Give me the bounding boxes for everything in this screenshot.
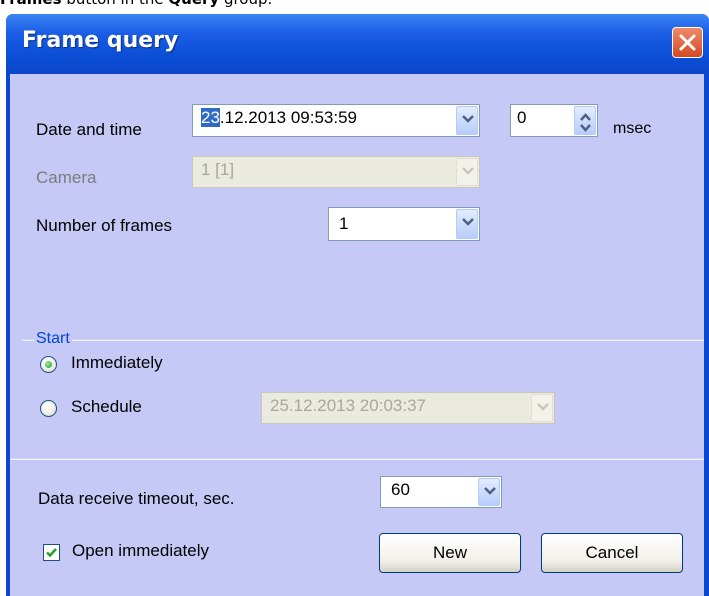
document-caption: Frames button in the Query group. xyxy=(0,0,272,8)
dialog-title: Frame query xyxy=(22,28,179,53)
schedule-value: 25.12.2013 20:03:37 xyxy=(270,396,426,415)
close-icon xyxy=(679,34,696,51)
frames-dropdown-button[interactable] xyxy=(456,209,478,239)
camera-label: Camera xyxy=(36,168,97,187)
caption-bold-frames: Frames xyxy=(0,0,62,8)
schedule-dropdown-button[interactable] xyxy=(531,394,553,422)
open-immediately-checkbox[interactable] xyxy=(43,544,60,561)
datetime-dropdown-button[interactable] xyxy=(456,106,478,135)
start-group-border xyxy=(22,339,704,341)
camera-dropdown-button[interactable] xyxy=(456,158,478,186)
schedule-datetime-picker[interactable]: 25.12.2013 20:03:37 xyxy=(261,392,555,424)
immediately-radio[interactable] xyxy=(40,356,57,373)
start-group-title: Start xyxy=(34,330,72,348)
chevron-down-icon xyxy=(462,167,474,175)
checkmark-icon xyxy=(46,548,57,558)
caption-suffix: group. xyxy=(219,0,272,8)
camera-value: 1 [1] xyxy=(201,160,235,179)
camera-select[interactable]: 1 [1] xyxy=(192,156,480,188)
datetime-selected-part[interactable]: 23 xyxy=(201,108,220,127)
schedule-label[interactable]: Schedule xyxy=(71,397,142,417)
timeout-label: Data receive timeout, sec. xyxy=(38,489,235,508)
datetime-picker[interactable]: 23.12.2013 09:53:59 xyxy=(192,104,480,137)
caption-text: button in the xyxy=(62,0,169,8)
frames-label: Number of frames xyxy=(36,216,173,235)
frame-query-dialog: Frame query Date and time 23.12.2013 09:… xyxy=(6,14,709,596)
datetime-value[interactable]: 23.12.2013 09:53:59 xyxy=(201,108,357,128)
title-bar[interactable]: Frame query xyxy=(6,14,709,74)
datetime-label: Date and time xyxy=(36,120,142,139)
radio-selected-dot xyxy=(45,361,52,368)
msec-label: msec xyxy=(613,120,652,137)
datetime-rest[interactable]: .12.2013 09:53:59 xyxy=(220,108,357,127)
open-immediately-label[interactable]: Open immediately xyxy=(72,541,209,561)
timeout-select[interactable]: 60 xyxy=(380,476,502,508)
chevron-down-icon xyxy=(462,115,474,123)
frames-value[interactable]: 1 xyxy=(339,214,348,234)
up-down-arrows-icon xyxy=(580,113,591,132)
frames-select[interactable]: 1 xyxy=(328,207,480,241)
chevron-down-icon xyxy=(537,403,549,411)
chevron-down-icon xyxy=(484,487,496,495)
group-bottom-border xyxy=(10,458,704,460)
msec-spin-button[interactable] xyxy=(574,106,596,135)
immediately-label[interactable]: Immediately xyxy=(71,353,163,373)
timeout-value[interactable]: 60 xyxy=(391,480,410,500)
close-button[interactable] xyxy=(672,27,703,58)
chevron-down-icon xyxy=(462,218,474,226)
timeout-dropdown-button[interactable] xyxy=(478,478,500,506)
msec-value[interactable]: 0 xyxy=(517,108,526,128)
caption-bold-query: Query xyxy=(168,0,219,8)
new-button[interactable]: New xyxy=(379,533,521,573)
msec-spinner[interactable]: 0 xyxy=(510,104,598,137)
schedule-radio[interactable] xyxy=(40,400,57,417)
cancel-button[interactable]: Cancel xyxy=(541,533,683,573)
dialog-client-area: Date and time 23.12.2013 09:53:59 0 msec… xyxy=(10,74,704,596)
